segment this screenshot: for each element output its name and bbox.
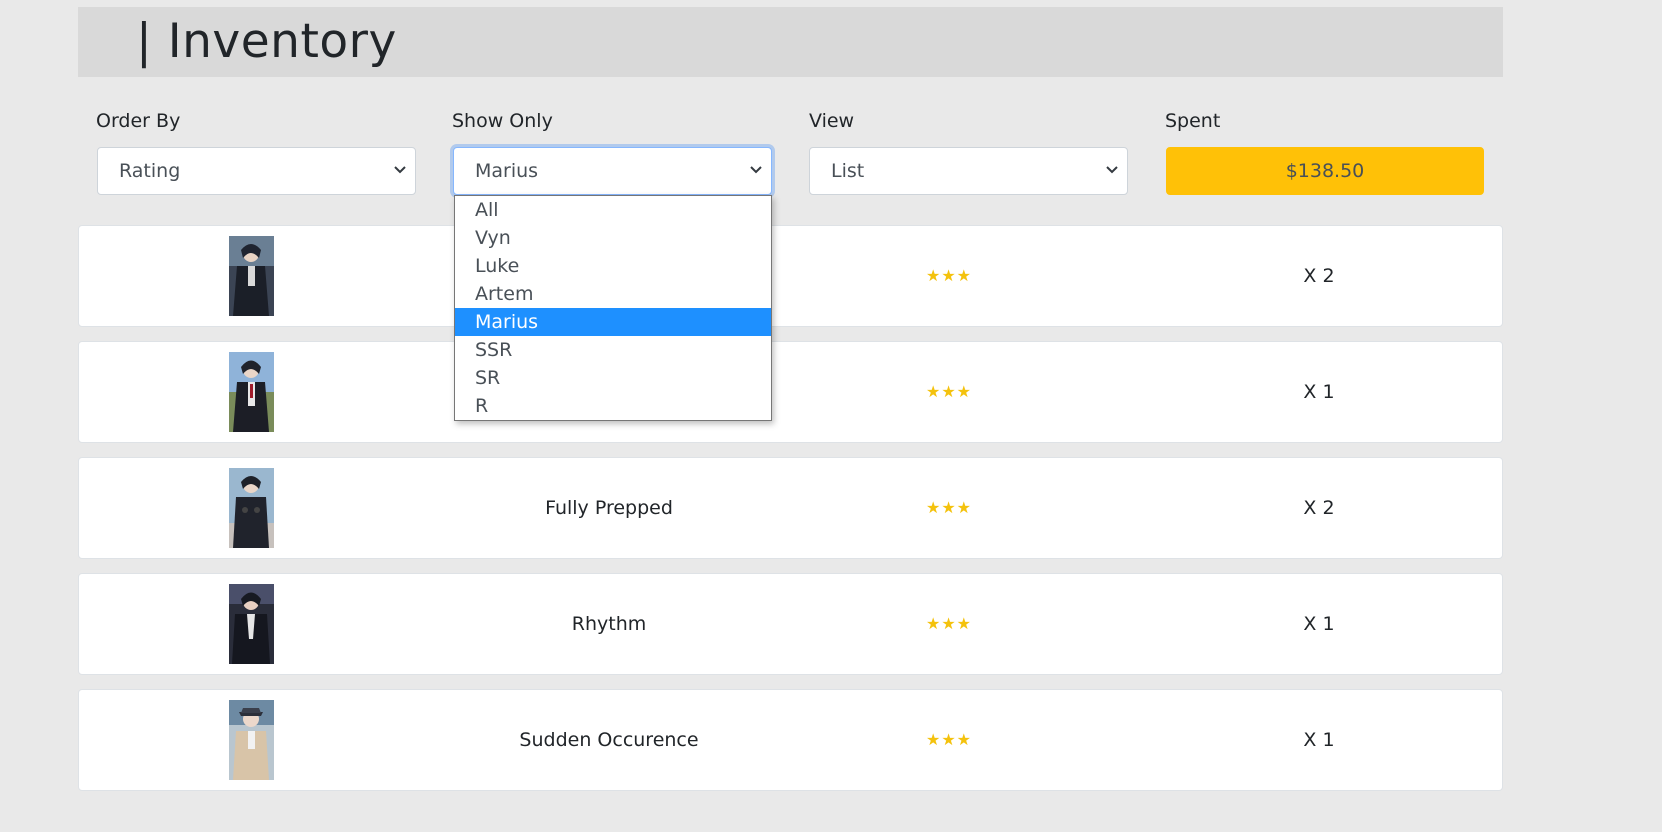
order-by-select[interactable]: Rating <box>97 147 416 195</box>
card-thumbnail <box>229 468 274 548</box>
card-thumbnail <box>229 352 274 432</box>
option-all[interactable]: All <box>455 196 771 224</box>
show-only-select[interactable]: Marius <box>453 147 772 195</box>
view-select[interactable]: List <box>809 147 1128 195</box>
option-ssr[interactable]: SSR <box>455 336 771 364</box>
page-title: | Inventory <box>136 14 397 69</box>
option-vyn[interactable]: Vyn <box>455 224 771 252</box>
card-rating: ★★★ <box>925 730 973 749</box>
card-thumbnail <box>229 584 274 664</box>
card-name: Rhythm <box>571 613 647 635</box>
card-name: Sudden Occurence <box>519 729 699 751</box>
inventory-page: | Inventory Order By Rating Show Only Ma… <box>0 0 1662 832</box>
list-item[interactable]: Fully Prepped ★★★ X 2 <box>78 457 1503 559</box>
page-header: | Inventory <box>78 7 1503 77</box>
show-only-dropdown-list: All Vyn Luke Artem Marius SSR SR R <box>454 195 772 421</box>
option-sr[interactable]: SR <box>455 364 771 392</box>
view-label: View <box>809 110 855 132</box>
card-thumbnail <box>229 700 274 780</box>
chevron-down-icon <box>1106 166 1118 174</box>
view-value: List <box>831 160 865 182</box>
list-item[interactable]: Sudden Occurence ★★★ X 1 <box>78 689 1503 791</box>
card-rating: ★★★ <box>925 266 973 285</box>
list-item[interactable]: ★★★ X 1 <box>78 341 1503 443</box>
chevron-down-icon <box>750 166 762 174</box>
card-count: X 1 <box>1303 729 1335 751</box>
card-name: Fully Prepped <box>545 497 673 519</box>
option-marius[interactable]: Marius <box>455 308 771 336</box>
list-item[interactable]: Rhythm ★★★ X 1 <box>78 573 1503 675</box>
card-rating: ★★★ <box>925 498 973 517</box>
order-by-value: Rating <box>119 160 181 182</box>
card-count: X 1 <box>1303 381 1335 403</box>
card-count: X 1 <box>1303 613 1335 635</box>
card-rating: ★★★ <box>925 614 973 633</box>
spent-label: Spent <box>1165 110 1221 132</box>
order-by-label: Order By <box>96 110 181 132</box>
card-thumbnail <box>229 236 274 316</box>
option-artem[interactable]: Artem <box>455 280 771 308</box>
option-r[interactable]: R <box>455 392 771 420</box>
option-luke[interactable]: Luke <box>455 252 771 280</box>
chevron-down-icon <box>394 166 406 174</box>
card-count: X 2 <box>1303 265 1335 287</box>
spent-amount: $138.50 <box>1166 147 1484 195</box>
show-only-value: Marius <box>475 160 539 182</box>
show-only-label: Show Only <box>452 110 553 132</box>
card-count: X 2 <box>1303 497 1335 519</box>
list-item[interactable]: ★★★ X 2 <box>78 225 1503 327</box>
card-rating: ★★★ <box>925 382 973 401</box>
